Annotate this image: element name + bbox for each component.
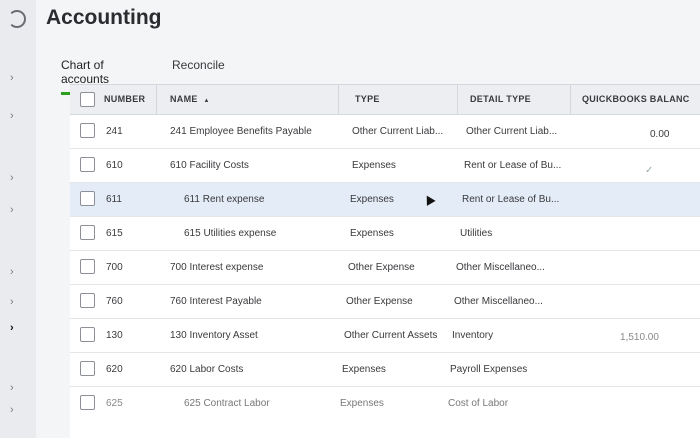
account-type: Other Current Assets [344,330,438,341]
table-row[interactable]: 700 700 Interest expense Other Expense O… [70,251,700,285]
account-detail-type: Payroll Expenses [450,364,528,375]
account-type: Expenses [352,160,396,171]
account-name[interactable]: 700 Interest expense [170,262,330,273]
chevron-right-icon[interactable]: › [10,110,14,122]
account-type: Expenses [350,228,394,239]
account-name[interactable]: 625 Contract Labor [184,398,334,409]
account-type: Other Expense [346,296,413,307]
account-name[interactable]: 611 Rent expense [184,194,334,205]
column-divider [457,85,458,115]
row-checkbox[interactable] [80,225,95,240]
account-type: Other Expense [348,262,415,273]
column-header-name-label: NAME [170,94,198,104]
column-divider [156,85,157,115]
account-number: 241 [106,126,123,137]
account-name[interactable]: 760 Interest Payable [170,296,330,307]
chevron-right-icon[interactable]: › [10,72,14,84]
account-number: 611 [106,194,122,205]
account-name[interactable]: 130 Inventory Asset [170,330,330,341]
chevron-right-icon[interactable]: › [10,322,14,334]
table-row[interactable]: 625 625 Contract Labor Expenses Cost of … [70,387,700,421]
row-checkbox[interactable] [80,157,95,172]
account-number: 700 [106,262,123,273]
table-row[interactable]: 760 760 Interest Payable Other Expense O… [70,285,700,319]
row-checkbox[interactable] [80,395,95,410]
account-detail-type: Other Miscellaneo... [456,262,545,273]
account-number: 130 [106,330,123,341]
table-row[interactable]: 620 620 Labor Costs Expenses Payroll Exp… [70,353,700,387]
column-header-number[interactable]: NUMBER [104,94,145,104]
account-number: 625 [106,398,123,409]
sort-ascending-icon: ▲ [203,98,210,104]
account-balance: 1,510.00 [620,332,659,343]
chevron-right-icon[interactable]: › [10,404,14,416]
row-checkbox[interactable] [80,259,95,274]
account-detail-type: Other Miscellaneo... [454,296,543,307]
table-row[interactable]: 615 615 Utilities expense Expenses Utili… [70,217,700,251]
row-checkbox[interactable] [80,191,95,206]
account-detail-type: Utilities [460,228,493,239]
account-type: Expenses [342,364,386,375]
account-name[interactable]: 610 Facility Costs [170,160,330,171]
account-detail-type: Inventory [452,330,494,341]
select-all-checkbox[interactable] [80,92,95,107]
account-name[interactable]: 620 Labor Costs [170,364,330,375]
account-type: Expenses [350,194,394,205]
table-row[interactable]: 610 610 Facility Costs Expenses Rent or … [70,149,700,183]
row-checkbox[interactable] [80,293,95,308]
chevron-right-icon[interactable]: › [10,172,14,184]
account-number: 620 [106,364,123,375]
table-header: NUMBER NAME ▲ TYPE DETAIL TYPE QUICKBOOK… [70,85,700,115]
account-name[interactable]: 241 Employee Benefits Payable [170,126,330,137]
column-divider [570,85,571,115]
account-number: 615 [106,228,123,239]
account-type: Expenses [340,398,384,409]
tab-reconcile[interactable]: Reconcile [172,58,225,78]
row-checkbox[interactable] [80,361,95,376]
chevron-right-icon[interactable]: › [10,382,14,394]
account-number: 760 [106,296,123,307]
page-title: Accounting [46,6,162,29]
account-number: 610 [106,160,123,171]
checkmark-icon: ✓ [645,165,654,176]
left-nav-rail: › › › › › › › › › [0,0,36,438]
chevron-right-icon[interactable]: › [10,296,14,308]
table-row[interactable]: 611 611 Rent expense Expenses Rent or Le… [70,183,700,217]
accounts-table: NUMBER NAME ▲ TYPE DETAIL TYPE QUICKBOOK… [70,84,700,438]
account-detail-type: Other Current Liab... [466,126,558,137]
row-checkbox[interactable] [80,123,95,138]
menu-toggle-icon[interactable] [8,10,26,28]
account-detail-type: Rent or Lease of Bu... [462,194,560,205]
column-header-balance[interactable]: QUICKBOOKS BALANC [582,94,700,104]
account-detail-type: Cost of Labor [448,398,509,409]
row-checkbox[interactable] [80,327,95,342]
chevron-right-icon[interactable]: › [10,204,14,216]
account-balance: 0.00 [650,129,670,140]
chevron-right-icon[interactable]: › [10,266,14,278]
column-header-type[interactable]: TYPE [355,94,380,104]
account-name[interactable]: 615 Utilities expense [184,228,334,239]
table-row[interactable]: 241 241 Employee Benefits Payable Other … [70,115,700,149]
account-detail-type: Rent or Lease of Bu... [464,160,562,171]
column-header-detail-type[interactable]: DETAIL TYPE [470,94,531,104]
account-type: Other Current Liab... [352,126,444,137]
column-divider [338,85,339,115]
column-header-name[interactable]: NAME ▲ [170,94,210,104]
table-row[interactable]: 130 130 Inventory Asset Other Current As… [70,319,700,353]
